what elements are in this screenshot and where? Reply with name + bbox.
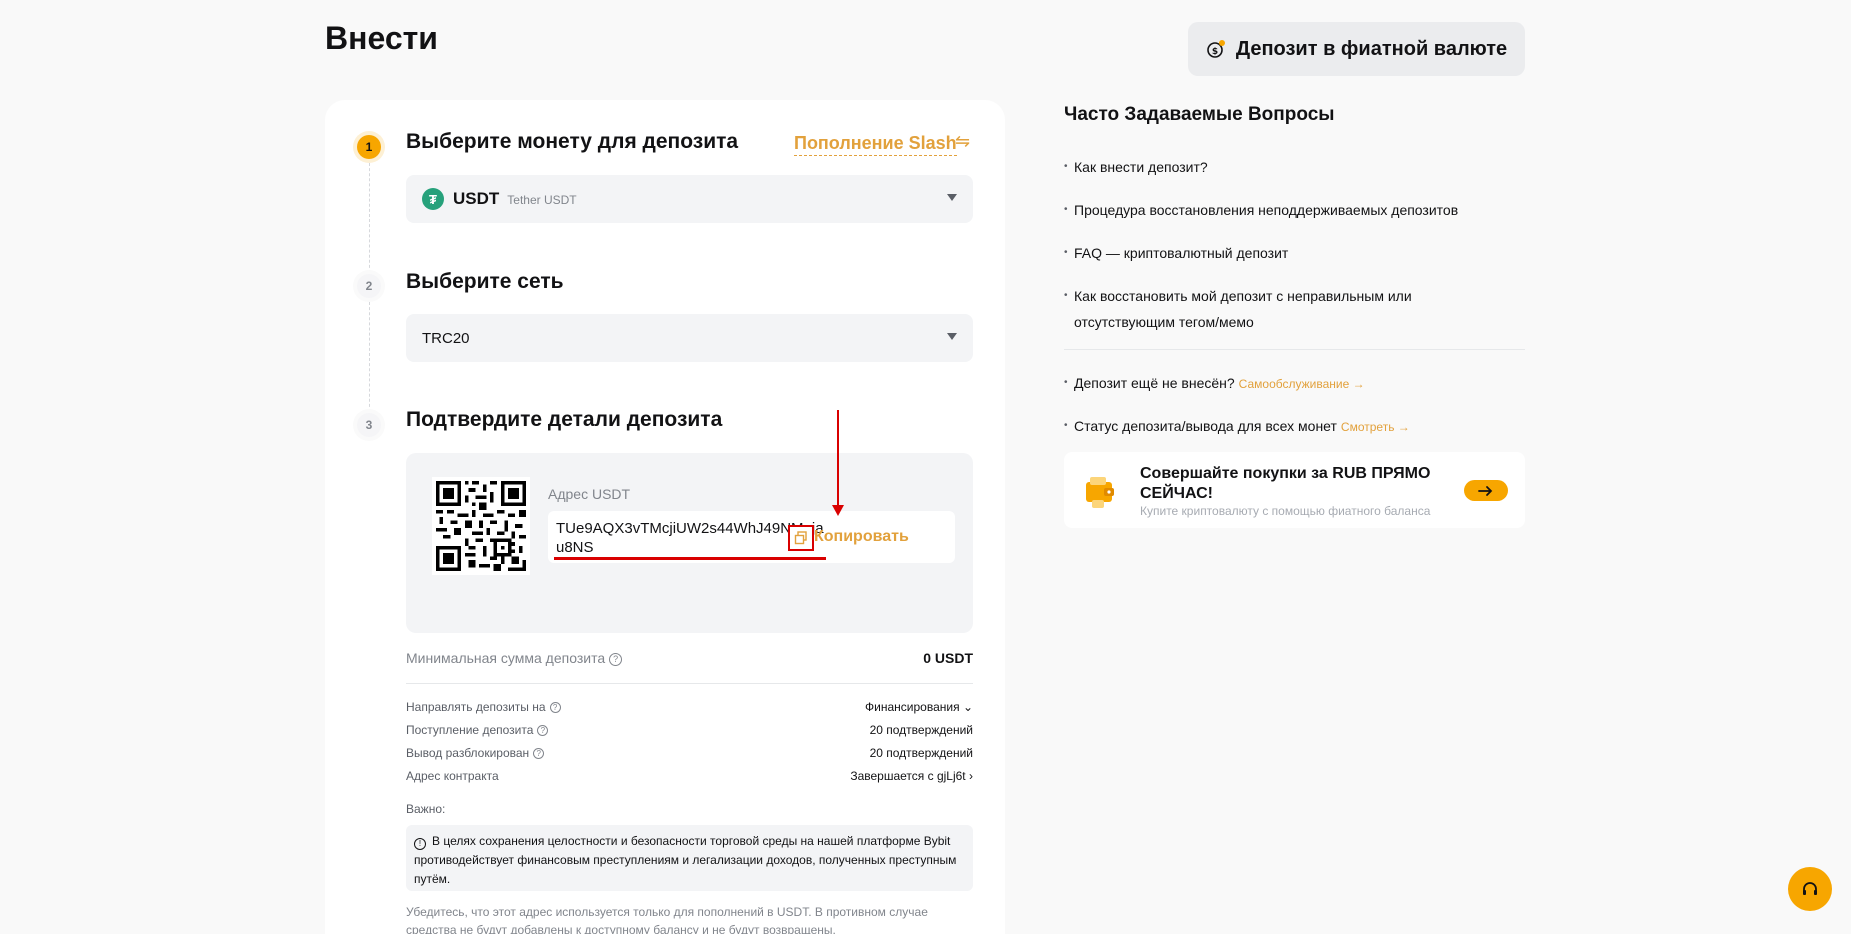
promo-title: Совершайте покупки за RUB ПРЯМО СЕЙЧАС! xyxy=(1140,465,1431,502)
step-3-title: Подтвердите детали депозита xyxy=(406,408,723,431)
annotation-arrow-line xyxy=(837,410,839,513)
faq-extra-item: • Статус депозита/вывода для всех монет См… xyxy=(1064,418,1410,434)
headset-icon xyxy=(1803,882,1817,895)
self-service-link[interactable]: Самообслуживание → xyxy=(1239,377,1365,391)
view-status-link[interactable]: Смотреть → xyxy=(1341,420,1410,434)
promo-banner[interactable]: Совершайте покупки за RUB ПРЯМО СЕЙЧАС! … xyxy=(1064,452,1525,528)
chevron-down-icon xyxy=(947,194,957,201)
step-connector-1 xyxy=(369,163,370,273)
info-value: Финансирования xyxy=(865,700,960,714)
promo-arrow-button[interactable] xyxy=(1464,480,1508,501)
bottom-note: Убедитесь, что этот адрес используется т… xyxy=(406,905,928,934)
arrow-right-icon xyxy=(1478,485,1493,496)
tether-icon: ₮ xyxy=(422,188,444,210)
coin-symbol: USDT xyxy=(453,189,500,208)
promo-subtitle: Купите криптовалюту с помощью фиатного б… xyxy=(1140,504,1431,518)
min-deposit-value: 0 USDT xyxy=(923,650,973,666)
faq-extra-item: • Депозит ещё не внесён? Самообслуживание … xyxy=(1064,375,1365,391)
info-row-unlock: Вывод разблокирован? 20 подтверждений xyxy=(406,746,973,766)
step-1-number: 1 xyxy=(357,135,381,159)
copy-icon[interactable] xyxy=(788,525,814,551)
address-label: Адрес USDT xyxy=(548,486,631,502)
wallet-icon xyxy=(1086,477,1114,508)
coin-icon: $ xyxy=(1207,40,1225,58)
info-value: Завершается с gjLj6t xyxy=(850,769,966,783)
svg-text:$: $ xyxy=(1212,47,1218,57)
info-label: Поступление депозита xyxy=(406,723,534,737)
step-1-title: Выберите монету для депозита xyxy=(406,130,739,153)
help-icon[interactable]: ? xyxy=(537,725,549,736)
help-icon[interactable]: ? xyxy=(549,702,561,713)
deposit-address-box: Адрес USDT TUe9AQX3vTMcjiUW2s44WhJ49NMaj… xyxy=(406,453,973,633)
chevron-right-icon: › xyxy=(969,769,973,783)
step-connector-2 xyxy=(369,302,370,412)
faq-item[interactable]: • Как восстановить мой депозит с неправил… xyxy=(1064,283,1444,335)
faq-divider xyxy=(1064,349,1525,350)
annotation-underline xyxy=(554,557,826,560)
deposit-address[interactable]: TUe9AQX3vTMcjiUW2s44WhJ49NMajau8NS xyxy=(556,519,826,557)
info-row-contract[interactable]: Адрес контракта Завершается с gjLj6t › xyxy=(406,769,973,789)
step-2-number: 2 xyxy=(357,274,381,298)
faq-extra-text: Депозит ещё не внесён? xyxy=(1074,375,1235,391)
page-title: Внести xyxy=(325,20,438,56)
chevron-down-icon xyxy=(947,333,957,340)
copy-button[interactable]: Копировать xyxy=(814,528,909,546)
faq-extra-text: Статус депозита/вывода для всех монет xyxy=(1074,418,1337,434)
notice-text: В целях сохранения целостности и безопас… xyxy=(414,834,957,886)
info-label: Направлять депозиты на xyxy=(406,700,546,714)
faq-item[interactable]: • FAQ — криптовалютный депозит xyxy=(1064,240,1484,266)
info-icon: ! xyxy=(414,838,426,850)
min-deposit-label: Минимальная сумма депозита xyxy=(406,650,606,666)
important-label: Важно: xyxy=(406,802,446,816)
support-chat-button[interactable] xyxy=(1788,867,1832,911)
swap-icon: ⇋ xyxy=(955,131,971,151)
help-icon[interactable]: ? xyxy=(533,748,545,759)
info-row-arrival: Поступление депозита? 20 подтверждений xyxy=(406,723,973,743)
faq-item[interactable]: • Как внести депозит? xyxy=(1064,154,1484,180)
coin-select[interactable]: ₮ USDT Tether USDT xyxy=(406,175,973,223)
network-select[interactable]: TRC20 xyxy=(406,314,973,362)
address-field[interactable]: TUe9AQX3vTMcjiUW2s44WhJ49NMajau8NS Копир… xyxy=(548,511,955,563)
fiat-deposit-button[interactable]: $ Депозит в фиатной валюте xyxy=(1188,22,1525,76)
important-notice: ! В целях сохранения целостности и безопа… xyxy=(406,825,973,891)
slash-deposit-link[interactable]: Пополнение Slash xyxy=(794,133,957,156)
step-3-number: 3 xyxy=(357,413,381,437)
step-2-title: Выберите сеть xyxy=(406,270,564,293)
annotation-arrow-head xyxy=(832,505,844,516)
qr-code xyxy=(432,477,530,575)
network-value: TRC20 xyxy=(422,329,470,347)
info-value: 20 подтверждений xyxy=(869,723,973,737)
info-value: 20 подтверждений xyxy=(869,746,973,760)
help-icon[interactable]: ? xyxy=(609,653,623,666)
coin-name: Tether USDT xyxy=(507,193,577,207)
info-label: Вывод разблокирован xyxy=(406,746,530,760)
info-label: Адрес контракта xyxy=(406,769,499,783)
fiat-deposit-label: Депозит в фиатной валюте xyxy=(1235,37,1508,60)
faq-item[interactable]: • Процедура восстановления неподдерживаем… xyxy=(1064,197,1484,223)
chevron-down-icon: ⌄ xyxy=(962,700,973,714)
info-row-deposit-target[interactable]: Направлять депозиты на? Финансирования ⌄ xyxy=(406,700,973,720)
min-deposit-row: Минимальная сумма депозита? 0 USDT xyxy=(406,648,973,684)
faq-title: Часто Задаваемые Вопросы xyxy=(1064,104,1335,125)
